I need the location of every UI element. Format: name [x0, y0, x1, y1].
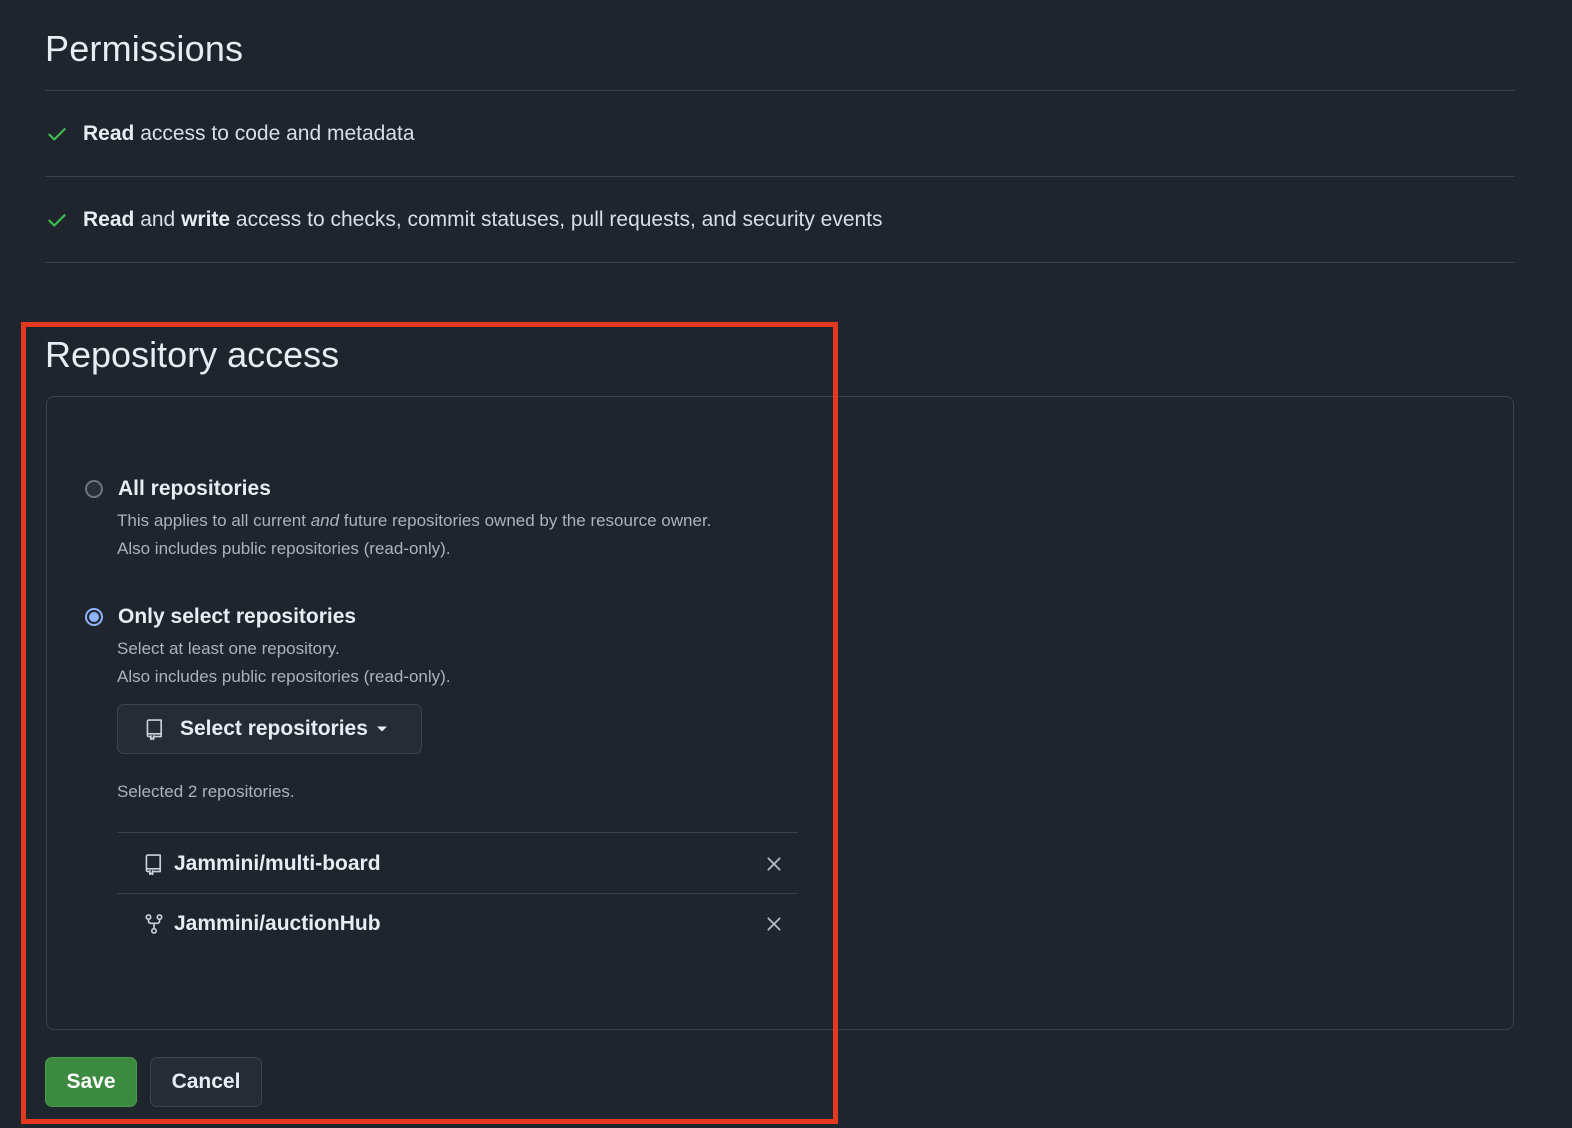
permissions-heading: Permissions — [45, 28, 244, 69]
divider — [117, 893, 798, 894]
divider — [45, 90, 1515, 91]
permission-item-checks-statuses: Read and write access to checks, commit … — [45, 205, 883, 235]
select-repositories-button[interactable]: Select repositories — [117, 704, 422, 754]
all-repositories-description: This applies to all current and future r… — [117, 511, 712, 530]
select-repositories-label: Select repositories — [180, 717, 368, 740]
all-repositories-label[interactable]: All repositories — [118, 477, 271, 501]
check-icon — [45, 208, 69, 232]
repository-access-heading: Repository access — [45, 334, 340, 375]
permission-item-code-metadata: Read access to code and metadata — [45, 119, 415, 149]
all-repositories-radio[interactable] — [85, 480, 103, 498]
list-item-repo: Jammini/auctionHub — [143, 904, 783, 944]
save-button[interactable]: Save — [45, 1057, 137, 1107]
all-repositories-note: Also includes public repositories (read-… — [117, 539, 451, 558]
caret-down-icon — [376, 725, 388, 733]
repo-name: Jammini/multi-board — [174, 852, 381, 875]
repo-icon — [144, 717, 166, 741]
only-select-repositories-description: Select at least one repository. — [117, 639, 340, 658]
selected-repositories-count: Selected 2 repositories. — [117, 782, 295, 801]
list-item-repo: Jammini/multi-board — [143, 844, 783, 884]
permission-text: Read and write access to checks, commit … — [83, 208, 883, 231]
repo-forked-icon — [143, 912, 165, 936]
only-select-repositories-note: Also includes public repositories (read-… — [117, 667, 451, 686]
repo-icon — [143, 852, 165, 876]
divider — [117, 832, 798, 833]
cancel-button[interactable]: Cancel — [150, 1057, 262, 1107]
divider — [45, 262, 1515, 263]
permission-text: Read access to code and metadata — [83, 122, 415, 145]
only-select-repositories-radio[interactable] — [85, 608, 103, 626]
check-icon — [45, 122, 69, 146]
divider — [45, 176, 1515, 177]
repo-name: Jammini/auctionHub — [174, 912, 381, 935]
remove-repo-close-icon[interactable] — [765, 855, 783, 873]
remove-repo-close-icon[interactable] — [765, 915, 783, 933]
only-select-repositories-label[interactable]: Only select repositories — [118, 605, 356, 629]
